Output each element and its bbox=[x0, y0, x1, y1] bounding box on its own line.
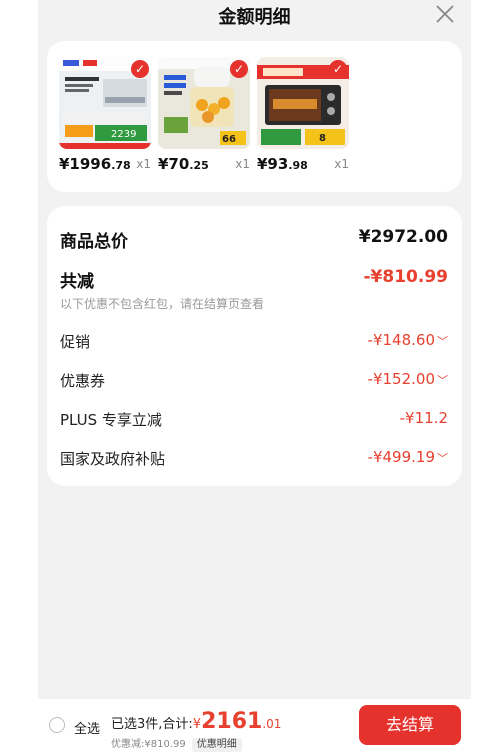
total-discount-label: 共减 bbox=[60, 272, 94, 292]
discount-item-label: PLUS 专享立减 bbox=[60, 411, 162, 429]
product-qty: x1 bbox=[334, 157, 349, 171]
price-summary-card: 商品总价 ¥2972.00 共减 -¥810.99 以下优惠不包含红包，请在结算… bbox=[47, 206, 462, 486]
discount-amount: -¥11.2 bbox=[399, 409, 448, 427]
total-amount-decimal: .01 bbox=[262, 717, 282, 731]
discount-item-plus: PLUS 专享立减 -¥11.2 bbox=[60, 409, 448, 433]
product-price: ¥93.98 bbox=[257, 155, 308, 173]
product-badge-3: 8 bbox=[319, 133, 326, 144]
select-all-radio[interactable] bbox=[49, 717, 65, 733]
discount-item-subsidy[interactable]: 国家及政府补贴 -¥499.19 ﹀ bbox=[60, 448, 448, 472]
product-item[interactable]: 8 ✓ ¥93.98 x1 bbox=[257, 57, 349, 173]
chevron-down-icon[interactable]: ﹀ bbox=[437, 452, 448, 465]
product-image-chopper: 66 ✓ bbox=[158, 57, 250, 149]
price-decimal: .98 bbox=[288, 159, 308, 172]
price-decimal: .78 bbox=[111, 159, 131, 172]
discount-item-label: 优惠券 bbox=[60, 372, 106, 390]
product-price: ¥70.25 bbox=[158, 155, 209, 173]
product-item[interactable]: 2239 ✓ ¥1996.78 x1 bbox=[59, 57, 151, 173]
total-discount-row: 共减 -¥810.99 bbox=[60, 267, 449, 292]
checkout-button[interactable]: 去结算 bbox=[359, 705, 461, 745]
product-image-range-hood: 2239 ✓ bbox=[59, 57, 151, 149]
discount-amount: -¥499.19 bbox=[367, 448, 435, 466]
products-card: 2239 ✓ ¥1996.78 x1 66 ✓ ¥70.25 x1 8 ✓ ¥9… bbox=[47, 41, 462, 192]
product-price: ¥1996.78 bbox=[59, 155, 131, 173]
discount-item-label: 国家及政府补贴 bbox=[60, 450, 166, 468]
selected-check-icon[interactable]: ✓ bbox=[230, 60, 248, 78]
close-icon[interactable] bbox=[433, 2, 457, 26]
total-price-label: 商品总价 bbox=[60, 232, 128, 252]
total-price-row: 商品总价 ¥2972.00 bbox=[60, 227, 448, 252]
product-price-row: ¥1996.78 x1 bbox=[59, 155, 151, 175]
price-integer: ¥93 bbox=[257, 155, 289, 173]
discount-item-value: -¥152.00 ﹀ bbox=[368, 370, 448, 388]
product-price-row: ¥70.25 x1 bbox=[158, 155, 250, 175]
discount-amount: -¥148.60 bbox=[367, 331, 435, 349]
discount-amount: -¥152.00 bbox=[367, 370, 435, 388]
select-all-label[interactable]: 全选 bbox=[74, 718, 100, 737]
product-qty: x1 bbox=[235, 157, 250, 171]
total-amount-integer: 2161 bbox=[201, 709, 263, 734]
discount-note: 以下优惠不包含红包，请在结算页查看 bbox=[60, 297, 265, 311]
sheet-title: 金额明细 bbox=[218, 7, 291, 28]
sheet-header: 金额明细 bbox=[38, 0, 471, 34]
selected-check-icon[interactable]: ✓ bbox=[329, 60, 347, 78]
saved-summary: 优惠减:¥810.99 优惠明细 bbox=[111, 735, 242, 752]
product-badge-2: 66 bbox=[222, 134, 236, 145]
checkout-bar: 全选 已选3件,合计:¥2161.01 优惠减:¥810.99 优惠明细 去结算 bbox=[38, 699, 471, 752]
discount-detail-button[interactable]: 优惠明细 bbox=[191, 738, 242, 752]
selected-check-icon[interactable]: ✓ bbox=[131, 60, 149, 78]
amount-detail-sheet: 金额明细 2239 ✓ ¥1996.78 x1 66 ✓ ¥70.25 x1 8… bbox=[38, 0, 471, 752]
discount-item-value: -¥11.2 bbox=[400, 409, 448, 427]
discount-item-promotion[interactable]: 促销 -¥148.60 ﹀ bbox=[60, 331, 448, 355]
currency-symbol: ¥ bbox=[192, 717, 202, 732]
discount-item-label: 促销 bbox=[60, 333, 91, 351]
discount-item-value: -¥148.60 ﹀ bbox=[368, 331, 448, 349]
price-integer: ¥70 bbox=[158, 155, 190, 173]
product-badge-1: 2239 bbox=[111, 129, 136, 140]
product-qty: x1 bbox=[136, 157, 151, 171]
chevron-down-icon[interactable]: ﹀ bbox=[437, 374, 448, 387]
discount-item-coupon[interactable]: 优惠券 -¥152.00 ﹀ bbox=[60, 370, 448, 394]
saved-amount-text: 优惠减:¥810.99 bbox=[111, 739, 186, 750]
product-image-oven: 8 ✓ bbox=[257, 57, 349, 149]
product-price-row: ¥93.98 x1 bbox=[257, 155, 349, 175]
product-item[interactable]: 66 ✓ ¥70.25 x1 bbox=[158, 57, 250, 173]
total-discount-value: -¥810.99 bbox=[363, 267, 449, 287]
selected-summary: 已选3件,合计:¥2161.01 bbox=[111, 709, 281, 734]
selected-count-text: 已选3件,合计: bbox=[111, 717, 193, 732]
discount-item-value: -¥499.19 ﹀ bbox=[368, 448, 448, 466]
price-integer: ¥1996 bbox=[59, 155, 112, 173]
price-decimal: .25 bbox=[189, 159, 209, 172]
total-price-value: ¥2972.00 bbox=[358, 227, 448, 247]
chevron-down-icon[interactable]: ﹀ bbox=[437, 335, 448, 348]
